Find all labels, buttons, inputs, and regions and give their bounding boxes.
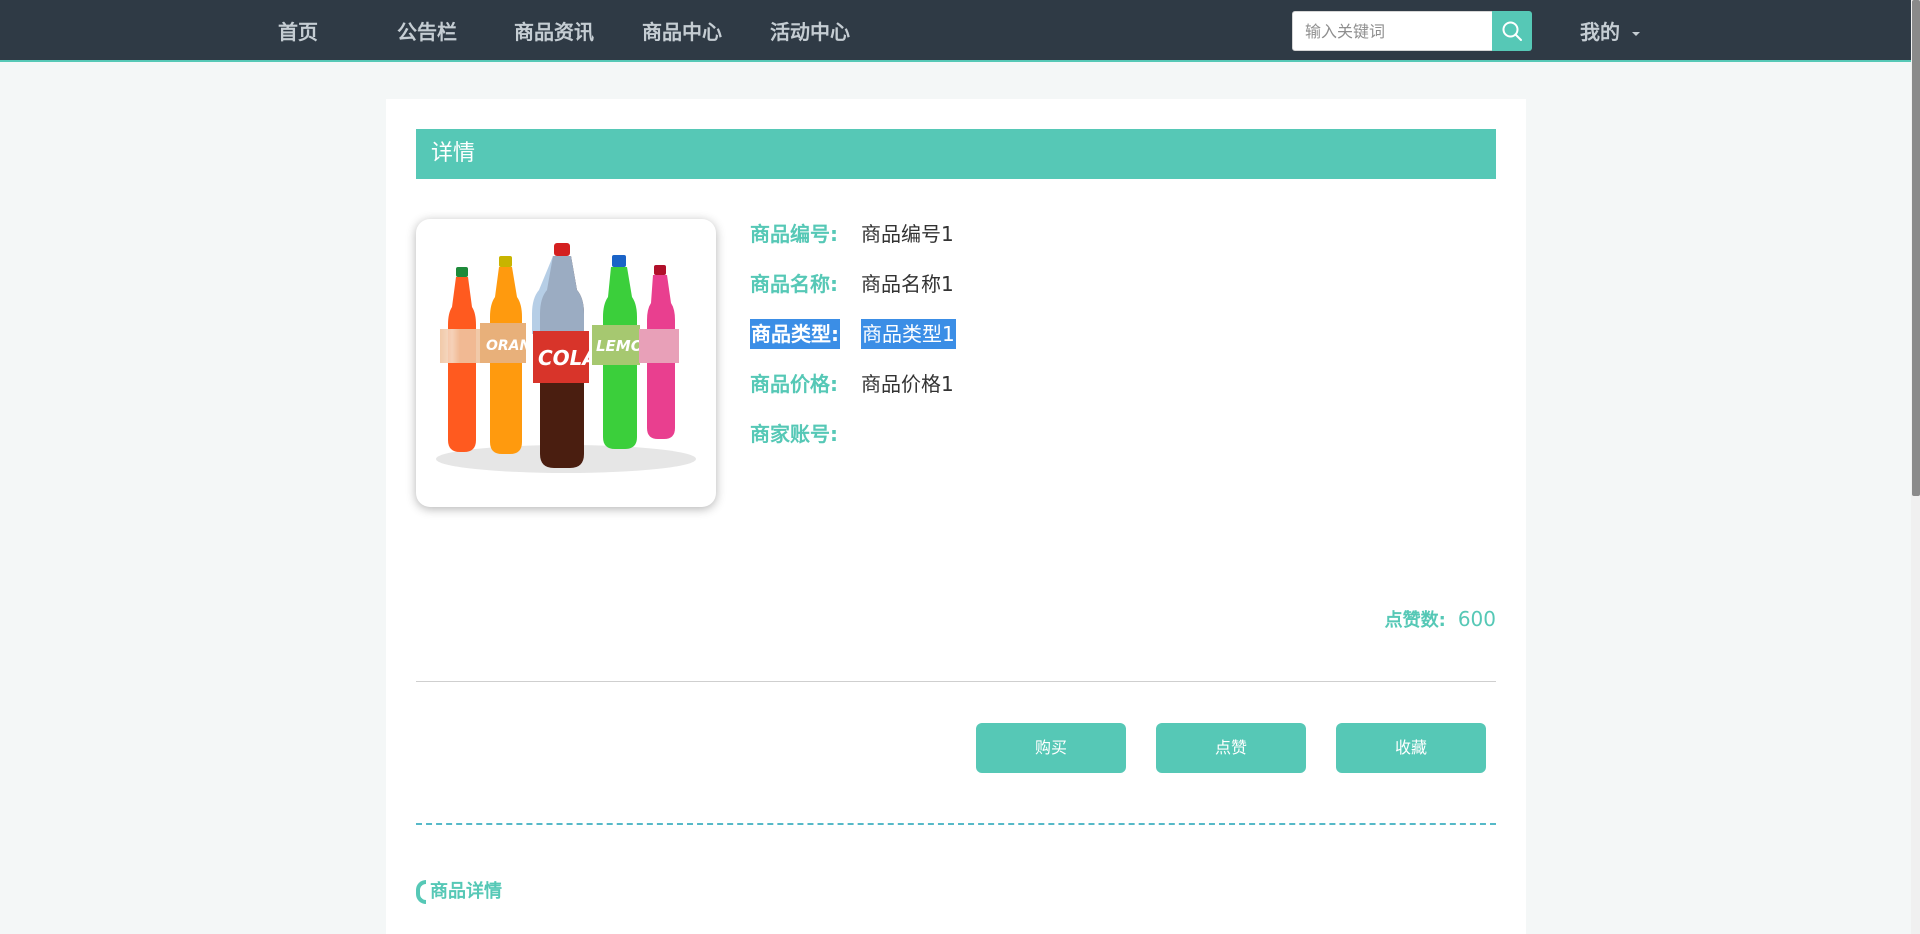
field-label: 商品价格:	[750, 372, 838, 396]
nav-home[interactable]: 首页	[278, 18, 318, 46]
scrollbar-thumb[interactable]	[1912, 0, 1920, 496]
nav-bulletin[interactable]: 公告栏	[397, 18, 457, 46]
user-menu-label: 我的	[1580, 20, 1620, 44]
bottle-label-lemon: LEMO	[596, 337, 644, 355]
field-value: 商品类型1	[861, 319, 956, 349]
bottle-label-cola: COLA	[538, 346, 598, 370]
detail-header: 详情	[416, 129, 1496, 179]
search-button[interactable]	[1492, 11, 1532, 51]
dashed-divider	[416, 823, 1496, 825]
nav-product-news[interactable]: 商品资讯	[514, 18, 594, 46]
caret-down-icon	[1632, 32, 1640, 36]
user-menu[interactable]: 我的	[1580, 18, 1640, 46]
field-value: 商品名称1	[861, 272, 954, 296]
product-image: ORAN COLA LEMO	[416, 219, 716, 507]
nav-activity-center[interactable]: 活动中心	[770, 18, 850, 46]
top-nav: 首页 公告栏 商品资讯 商品中心 活动中心 我的	[0, 0, 1911, 62]
nav-product-center[interactable]: 商品中心	[642, 18, 722, 46]
detail-card: 详情 ORAN COLA LEMO 商品编号: 商品编号1 商品名称: 商品名称…	[386, 99, 1526, 934]
section-title: 商品详情	[416, 879, 502, 905]
field-label: 商品类型:	[750, 319, 840, 349]
search-input[interactable]	[1292, 11, 1493, 51]
likes-label: 点赞数:	[1384, 610, 1446, 631]
field-label: 商品名称:	[750, 272, 838, 296]
field-value: 商品价格1	[861, 372, 954, 396]
bracket-icon	[416, 880, 426, 904]
field-value: 商品编号1	[861, 222, 954, 246]
field-label: 商家账号:	[750, 422, 838, 446]
like-button[interactable]: 点赞	[1156, 723, 1306, 773]
search-icon	[1502, 21, 1522, 41]
section-title-text: 商品详情	[430, 881, 502, 902]
likes-number: 600	[1457, 607, 1496, 631]
bottle-label-orange: ORAN	[486, 338, 532, 354]
soda-bottles-image: ORAN COLA LEMO	[436, 243, 696, 473]
favorite-button[interactable]: 收藏	[1336, 723, 1486, 773]
field-label: 商品编号:	[750, 222, 838, 246]
buy-button[interactable]: 购买	[976, 723, 1126, 773]
likes-count: 点赞数: 600	[386, 605, 1496, 633]
divider	[416, 681, 1496, 682]
